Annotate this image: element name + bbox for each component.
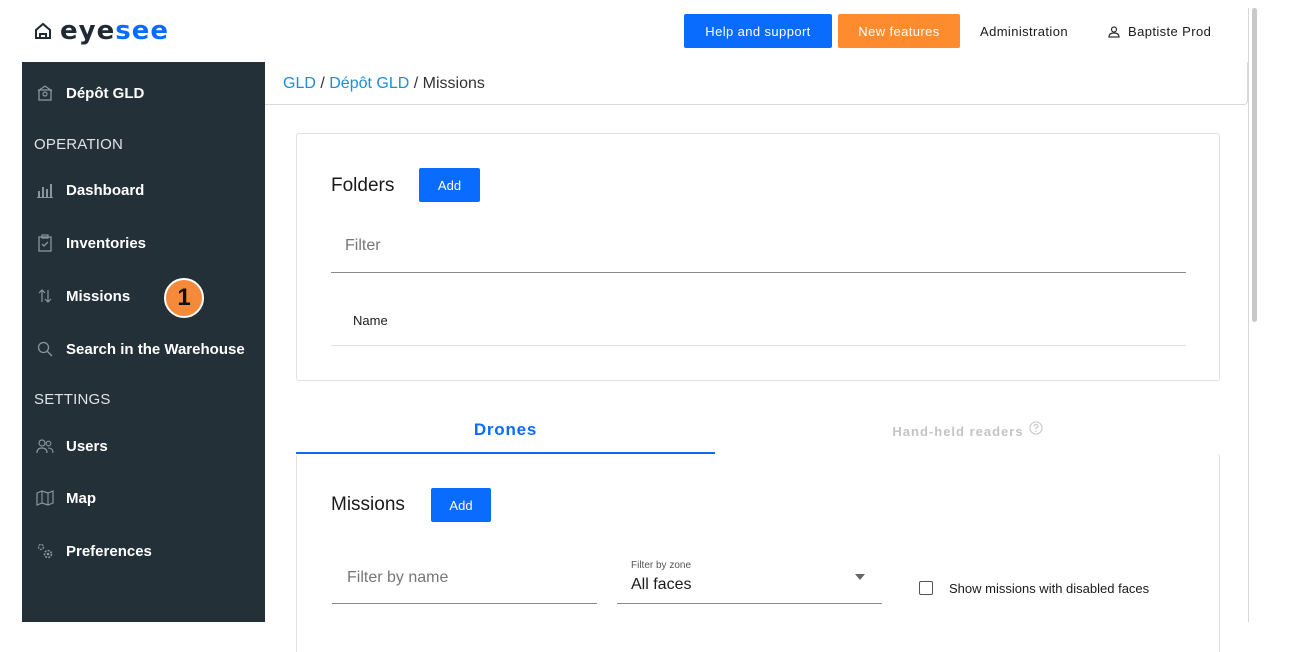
breadcrumb-current: Missions xyxy=(422,75,485,92)
new-features-button[interactable]: New features xyxy=(838,14,960,48)
help-circle-icon[interactable] xyxy=(1029,421,1043,435)
bar-chart-icon xyxy=(36,181,54,199)
logo-text-part2: see xyxy=(115,16,169,46)
breadcrumb-link-warehouse[interactable]: Dépôt GLD xyxy=(329,75,409,92)
sidebar-item-label: Missions xyxy=(66,287,131,305)
sidebar-item-missions[interactable]: Missions xyxy=(22,276,265,316)
sidebar-item-users[interactable]: Users xyxy=(22,426,265,466)
folders-filter-input[interactable] xyxy=(345,234,1145,258)
breadcrumb: GLD / Dépôt GLD / Missions xyxy=(283,75,485,93)
sidebar: Dépôt GLD OPERATION Dashboard Inventorie… xyxy=(22,62,265,622)
add-folder-button[interactable]: Add xyxy=(419,168,480,202)
sidebar-item-preferences[interactable]: Preferences xyxy=(22,531,265,571)
folders-column-name[interactable]: Name xyxy=(353,313,388,328)
help-and-support-button[interactable]: Help and support xyxy=(684,14,832,48)
clipboard-check-icon xyxy=(36,234,54,252)
home-icon xyxy=(35,22,51,39)
missions-filter-name-underline xyxy=(332,603,597,604)
sidebar-item-label: Map xyxy=(66,489,96,507)
sidebar-item-label: Users xyxy=(66,437,108,455)
logo-text: eyesee xyxy=(60,18,169,44)
tab-handheld-label: Hand-held readers xyxy=(892,423,1024,439)
sidebar-item-label: Dépôt GLD xyxy=(66,84,145,102)
missions-filter-name-input[interactable] xyxy=(347,566,587,590)
add-mission-button[interactable]: Add xyxy=(431,488,491,522)
sidebar-item-label: Preferences xyxy=(66,542,152,560)
breadcrumb-separator: / xyxy=(315,75,330,92)
zone-filter-select[interactable]: Filter by zone All faces xyxy=(617,554,882,604)
tab-drones[interactable]: Drones xyxy=(296,408,715,454)
section-label-operation: OPERATION xyxy=(34,136,124,153)
sidebar-item-label: Dashboard xyxy=(66,181,145,199)
annotation-badge-1: 1 xyxy=(164,278,204,318)
app-root: eyesee Help and support New features Adm… xyxy=(0,0,1316,652)
sidebar-item-label: Inventories xyxy=(66,234,147,252)
chevron-down-icon xyxy=(855,574,865,580)
breadcrumb-bar: GLD / Dépôt GLD / Missions xyxy=(265,62,1248,105)
folders-card: Folders Add Name xyxy=(296,133,1220,381)
user-icon xyxy=(1108,25,1120,38)
folders-filter-underline xyxy=(331,272,1186,273)
breadcrumb-link-gld[interactable]: GLD xyxy=(283,75,316,92)
swap-vertical-icon xyxy=(36,287,54,305)
top-header: eyesee Help and support New features Adm… xyxy=(0,0,1248,62)
sidebar-item-map[interactable]: Map xyxy=(22,478,265,518)
sidebar-item-label: Search in the Warehouse xyxy=(66,340,245,358)
folders-title: Folders xyxy=(331,175,395,196)
page-scrollbar-thumb[interactable] xyxy=(1252,8,1257,322)
map-icon xyxy=(36,489,54,507)
missions-card: Missions Add Filter by zone All faces Sh… xyxy=(296,454,1220,652)
user-menu[interactable]: Baptiste Prod xyxy=(1108,24,1211,39)
section-label-settings: SETTINGS xyxy=(34,391,111,408)
zone-filter-underline xyxy=(617,603,882,604)
gears-icon xyxy=(36,542,54,560)
breadcrumb-separator: / xyxy=(409,75,423,92)
zone-filter-label: Filter by zone xyxy=(631,560,692,571)
warehouse-icon xyxy=(36,84,54,102)
show-disabled-faces-checkbox[interactable] xyxy=(919,581,933,595)
administration-link[interactable]: Administration xyxy=(980,24,1068,39)
user-name: Baptiste Prod xyxy=(1128,24,1212,39)
zone-filter-value: All faces xyxy=(631,576,692,593)
logo-text-part1: eye xyxy=(60,16,116,46)
sidebar-item-inventories[interactable]: Inventories xyxy=(22,223,265,263)
sidebar-item-warehouse[interactable]: Dépôt GLD xyxy=(22,73,265,113)
sidebar-item-dashboard[interactable]: Dashboard xyxy=(22,170,265,210)
sidebar-item-search-warehouse[interactable]: Search in the Warehouse xyxy=(22,329,265,369)
folders-table-divider xyxy=(331,345,1186,346)
logo[interactable]: eyesee xyxy=(34,18,169,44)
show-disabled-faces-label[interactable]: Show missions with disabled faces xyxy=(949,581,1149,596)
search-icon xyxy=(36,340,54,358)
tab-handheld-readers[interactable]: Hand-held readers xyxy=(715,408,1220,454)
users-icon xyxy=(36,437,54,455)
page-scrollbar-track xyxy=(1248,8,1249,622)
missions-title: Missions xyxy=(331,494,405,515)
